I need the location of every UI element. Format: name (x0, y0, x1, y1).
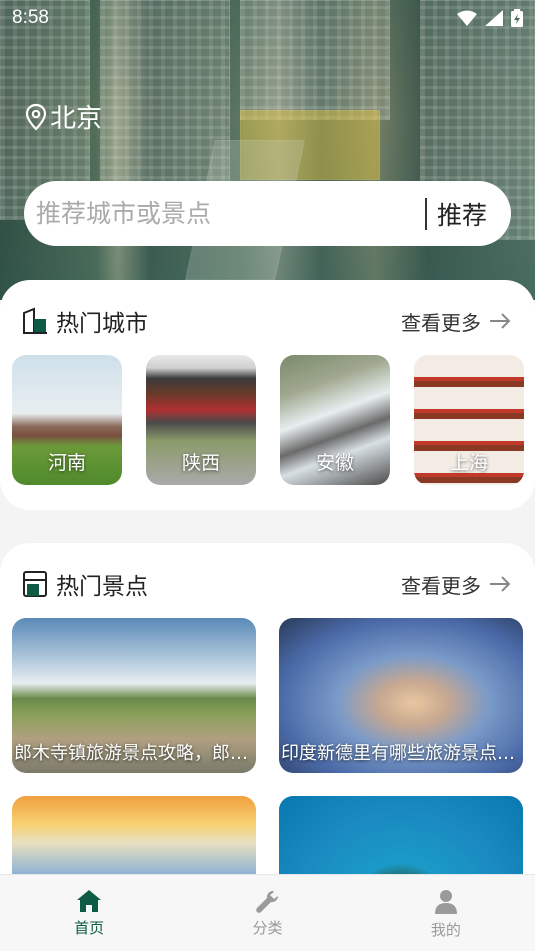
city-tile-henan[interactable]: 河南 (12, 355, 122, 485)
wifi-icon (457, 10, 477, 26)
city-building-icon (23, 307, 47, 334)
city-label: 上海 (449, 452, 488, 474)
city-label: 河南 (47, 452, 86, 474)
user-icon (434, 890, 457, 914)
status-bar: 8:58 (0, 0, 535, 36)
spot-label: 郎木寺镇旅游景点攻略，郎木寺镇必游景点 (14, 743, 252, 764)
hot-spots-header: 热门景点 查看更多 (22, 567, 511, 601)
tab-profile[interactable]: 我的 (357, 875, 535, 951)
tab-profile-label: 我的 (430, 921, 461, 939)
search-divider (424, 197, 427, 230)
city-tile-anhui[interactable]: 安徽 (280, 355, 390, 485)
spot-building-icon (23, 571, 47, 597)
signal-icon (485, 10, 503, 26)
location-city: 北京 (50, 104, 103, 134)
home-icon (77, 890, 102, 912)
status-icons (457, 9, 523, 27)
city-label: 安徽 (315, 452, 354, 474)
hot-cities-card: 热门城市 查看更多 河南 陕西 安徽 上海 (0, 280, 535, 510)
tab-category[interactable]: 分类 (178, 875, 356, 951)
battery-icon (511, 9, 523, 27)
city-tile-shanghai[interactable]: 上海 (414, 355, 524, 485)
city-label: 陕西 (181, 452, 220, 474)
bottom-tab-bar: 首页 分类 我的 (0, 874, 535, 951)
tab-category-label: 分类 (252, 919, 283, 937)
hot-spots-title: 热门景点 (56, 574, 148, 600)
more-label: 查看更多 (401, 573, 481, 598)
status-time: 8:58 (12, 7, 49, 28)
wrench-icon (256, 890, 279, 913)
spot-label: 印度新德里有哪些旅游景点推荐 (281, 743, 519, 764)
city-tile-shaanxi[interactable]: 陕西 (146, 355, 256, 485)
hot-cities-header: 热门城市 查看更多 (22, 304, 511, 338)
spot-tile-new-delhi[interactable]: 印度新德里有哪些旅游景点推荐 (279, 618, 523, 773)
location-pin-icon (25, 103, 47, 131)
more-label: 查看更多 (401, 310, 481, 335)
tab-home[interactable]: 首页 (0, 875, 178, 951)
hot-cities-title: 热门城市 (56, 311, 148, 337)
spot-tile-langmusi[interactable]: 郎木寺镇旅游景点攻略，郎木寺镇必游景点 (12, 618, 256, 773)
arrow-right-icon (490, 313, 511, 329)
search-input[interactable] (36, 199, 415, 228)
search-button[interactable]: 推荐 (437, 196, 499, 232)
hot-cities-list: 河南 陕西 安徽 上海 (12, 355, 524, 485)
search-bar: 推荐 (24, 181, 511, 246)
tab-home-label: 首页 (74, 919, 105, 937)
header-background (0, 0, 535, 300)
hot-spots-more-link[interactable]: 查看更多 (401, 570, 511, 599)
arrow-right-icon (490, 576, 511, 592)
location-selector[interactable]: 北京 (24, 98, 102, 135)
hot-cities-more-link[interactable]: 查看更多 (401, 307, 511, 336)
